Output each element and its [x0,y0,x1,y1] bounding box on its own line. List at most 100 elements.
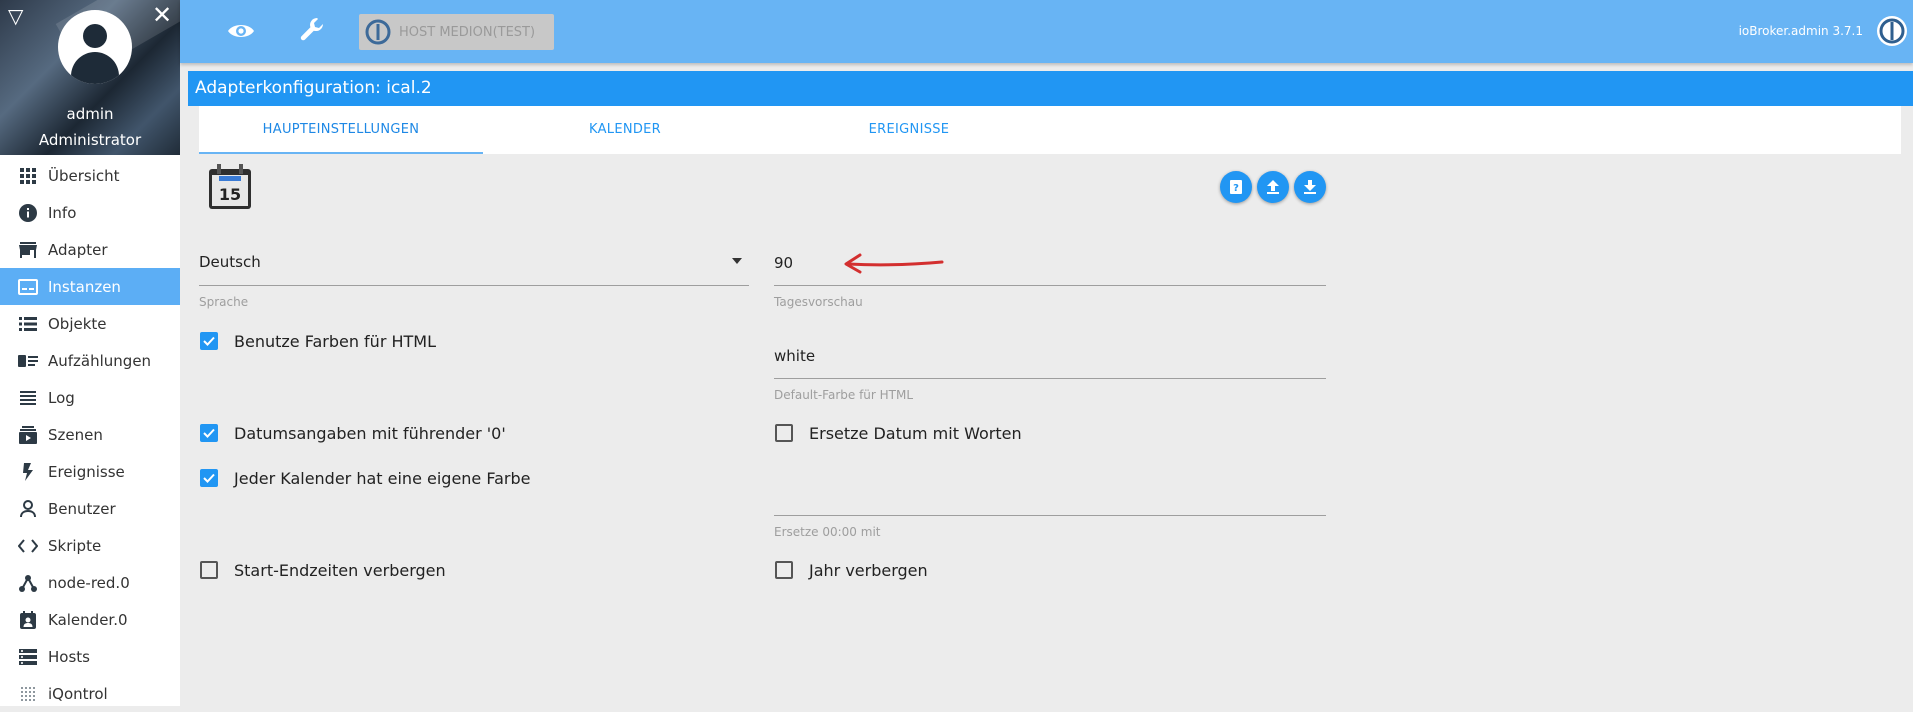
dots-grid-icon [18,684,38,704]
sidebar-item-label: Benutzer [48,499,116,518]
upload-icon [1267,180,1279,194]
apps-grid-icon [18,166,38,186]
wrench-icon[interactable] [298,16,328,46]
help-button[interactable]: ? [1220,171,1252,203]
node-red-icon [18,573,38,593]
leading-zero-checkbox[interactable] [200,424,218,442]
days-preview-label: Tagesvorschau [774,295,863,309]
code-icon [18,536,38,556]
store-icon [18,240,38,260]
check-icon [203,336,215,346]
sidebar-item-ereignisse[interactable]: Ereignisse [0,453,180,490]
replace-dates-label: Ersetze Datum mit Worten [809,424,1022,443]
days-preview-input[interactable]: 90 [774,254,793,272]
download-button[interactable] [1294,171,1326,203]
replace-dates-checkbox[interactable] [775,424,793,442]
sidebar-item-skripte[interactable]: Skripte [0,527,180,564]
sidebar-item-label: Aufzählungen [48,351,152,370]
user-icon [18,499,38,519]
red-arrow-annotation [844,253,944,274]
sidebar-item-objekte[interactable]: Objekte [0,305,180,342]
use-colors-label: Benutze Farben für HTML [234,332,437,351]
own-color-checkbox[interactable] [200,469,218,487]
sidebar-item-label: Adapter [48,240,108,259]
host-label: HOST MEDION(TEST) [399,24,536,40]
sidebar-item-label: Instanzen [48,277,121,296]
tab-haupteinstellungen[interactable]: HAUPTEINSTELLUNGEN [199,106,483,154]
sidebar-item-log[interactable]: Log [0,379,180,416]
flash-icon [18,462,38,482]
hide-times-checkbox[interactable] [200,561,218,579]
chevron-down-icon[interactable] [732,258,742,264]
tab-ereignisse[interactable]: EREIGNISSE [767,106,1051,154]
avatar [58,10,132,84]
version-label: ioBroker.admin 3.7.1 [1738,24,1863,38]
use-colors-checkbox[interactable] [200,332,218,350]
tab-bar: HAUPTEINSTELLUNGEN KALENDER EREIGNISSE [199,106,1901,154]
language-select-value[interactable]: Deutsch [199,253,261,271]
sidebar-item-label: Log [48,388,75,407]
default-color-label: Default-Farbe für HTML [774,388,914,402]
download-icon [1304,180,1316,194]
replace-midnight-label: Ersetze 00:00 mit [774,525,881,539]
sidebar-item-label: Skripte [48,536,102,555]
check-icon [203,473,215,483]
replace-midnight-underline [774,515,1326,516]
scenes-icon [18,425,38,445]
sidebar: ▽ ✕ admin Administrator Übersicht Info A… [0,0,180,706]
iobroker-logo-icon [365,19,391,45]
eye-icon[interactable] [226,18,256,44]
close-icon[interactable]: ✕ [152,2,172,28]
sidebar-item-uebersicht[interactable]: Übersicht [0,157,180,194]
calendar-adapter-icon: 15 [209,164,251,209]
upload-button[interactable] [1257,171,1289,203]
language-select-underline [199,285,749,286]
sidebar-item-szenen[interactable]: Szenen [0,416,180,453]
language-label: Sprache [199,295,249,309]
sidebar-item-benutzer[interactable]: Benutzer [0,490,180,527]
log-icon [18,388,38,408]
sidebar-item-label: iQontrol [48,684,108,703]
tab-kalender[interactable]: KALENDER [483,106,767,154]
hosts-icon [18,647,38,667]
sidebar-item-label: Objekte [48,314,107,333]
top-bar: HOST MEDION(TEST) ioBroker.admin 3.7.1 [180,0,1913,63]
svg-text:?: ? [1233,183,1239,194]
sidebar-item-label: Kalender.0 [48,610,128,629]
leading-zero-label: Datumsangaben mit führender '0' [234,424,506,443]
profile-header: ▽ ✕ admin Administrator [0,0,180,155]
sidebar-item-iqontrol[interactable]: iQontrol [0,675,180,712]
default-color-input[interactable]: white [774,347,815,365]
user-role: Administrator [38,131,142,149]
hide-year-checkbox[interactable] [775,561,793,579]
iobroker-logo-icon [1877,16,1907,46]
sidebar-nav: Übersicht Info Adapter Instanzen Objekte… [0,157,180,712]
sidebar-item-node-red[interactable]: node-red.0 [0,564,180,601]
sidebar-item-label: Szenen [48,425,103,444]
check-icon [203,428,215,438]
hide-year-label: Jahr verbergen [809,561,928,580]
sidebar-item-kalender[interactable]: Kalender.0 [0,601,180,638]
host-select-button[interactable]: HOST MEDION(TEST) [359,14,554,50]
sidebar-item-adapter[interactable]: Adapter [0,231,180,268]
sidebar-item-instanzen[interactable]: Instanzen [0,268,180,305]
sidebar-item-label: Ereignisse [48,462,125,481]
sidebar-item-aufzaehlungen[interactable]: Aufzählungen [0,342,180,379]
hide-times-label: Start-Endzeiten verbergen [234,561,446,580]
instances-icon [18,277,38,297]
sidebar-item-label: Übersicht [48,166,120,185]
menu-collapse-icon[interactable]: ▽ [8,6,23,26]
sidebar-item-label: node-red.0 [48,573,130,592]
default-color-underline [774,378,1326,379]
info-icon [18,203,38,223]
days-preview-underline [774,285,1326,286]
sidebar-item-hosts[interactable]: Hosts [0,638,180,675]
own-color-label: Jeder Kalender hat eine eigene Farbe [234,469,531,488]
help-icon: ? [1230,180,1242,194]
user-name: admin [66,105,114,123]
sidebar-item-label: Info [48,203,77,222]
sidebar-item-info[interactable]: Info [0,194,180,231]
list-icon [18,314,38,334]
svg-text:15: 15 [219,185,241,204]
enum-icon [18,351,38,371]
